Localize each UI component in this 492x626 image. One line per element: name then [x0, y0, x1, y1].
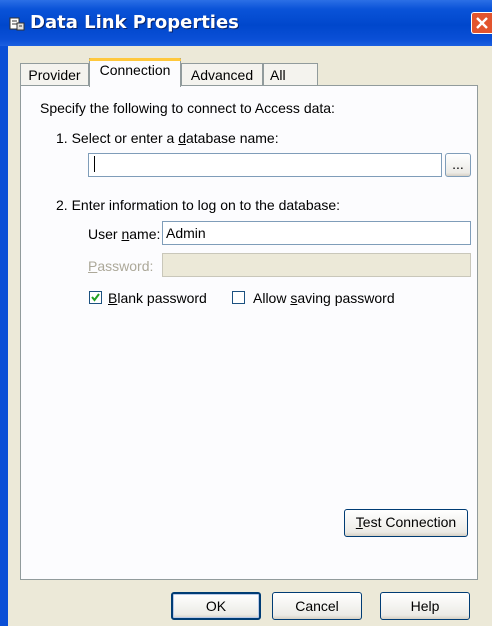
username-label: User name:	[88, 226, 161, 242]
password-input[interactable]	[162, 253, 471, 277]
database-name-input[interactable]	[88, 153, 442, 177]
tab-advanced[interactable]: Advanced	[181, 63, 263, 85]
tab-strip: Provider Connection Advanced All	[20, 57, 330, 87]
tab-connection[interactable]: Connection	[89, 58, 181, 87]
window-title: Data Link Properties	[30, 12, 239, 33]
close-button[interactable]	[471, 12, 492, 34]
tab-all[interactable]: All	[263, 63, 318, 85]
blank-password-checkbox[interactable]	[89, 291, 102, 304]
username-input[interactable]	[162, 221, 471, 245]
browse-button[interactable]: ...	[445, 153, 471, 177]
text-cursor	[94, 156, 95, 172]
window-border	[0, 46, 8, 626]
data-link-icon	[9, 16, 25, 32]
cancel-button[interactable]: Cancel	[272, 592, 362, 620]
dialog-window: Data Link Properties Provider Connection…	[0, 0, 492, 626]
intro-text: Specify the following to connect to Acce…	[40, 100, 335, 116]
tab-label: Advanced	[190, 67, 254, 83]
allow-saving-password-label[interactable]: Allow saving password	[253, 290, 395, 306]
allow-saving-password-checkbox[interactable]	[232, 291, 245, 304]
password-label: Password:	[88, 258, 154, 274]
tab-provider[interactable]: Provider	[20, 63, 89, 85]
help-button[interactable]: Help	[380, 592, 470, 620]
step2-label: 2. Enter information to log on to the da…	[56, 197, 341, 213]
step1-label: 1. Select or enter a database name:	[56, 130, 279, 146]
test-connection-button[interactable]: Test Connection	[344, 509, 468, 537]
title-bar[interactable]: Data Link Properties	[0, 0, 492, 46]
checkmark-icon	[91, 293, 100, 302]
tab-label: Provider	[28, 67, 81, 83]
tab-label: All	[270, 67, 286, 83]
blank-password-label[interactable]: Blank password	[108, 290, 207, 306]
tab-label: Connection	[99, 62, 171, 78]
close-icon	[476, 17, 488, 29]
ok-button[interactable]: OK	[171, 592, 261, 620]
